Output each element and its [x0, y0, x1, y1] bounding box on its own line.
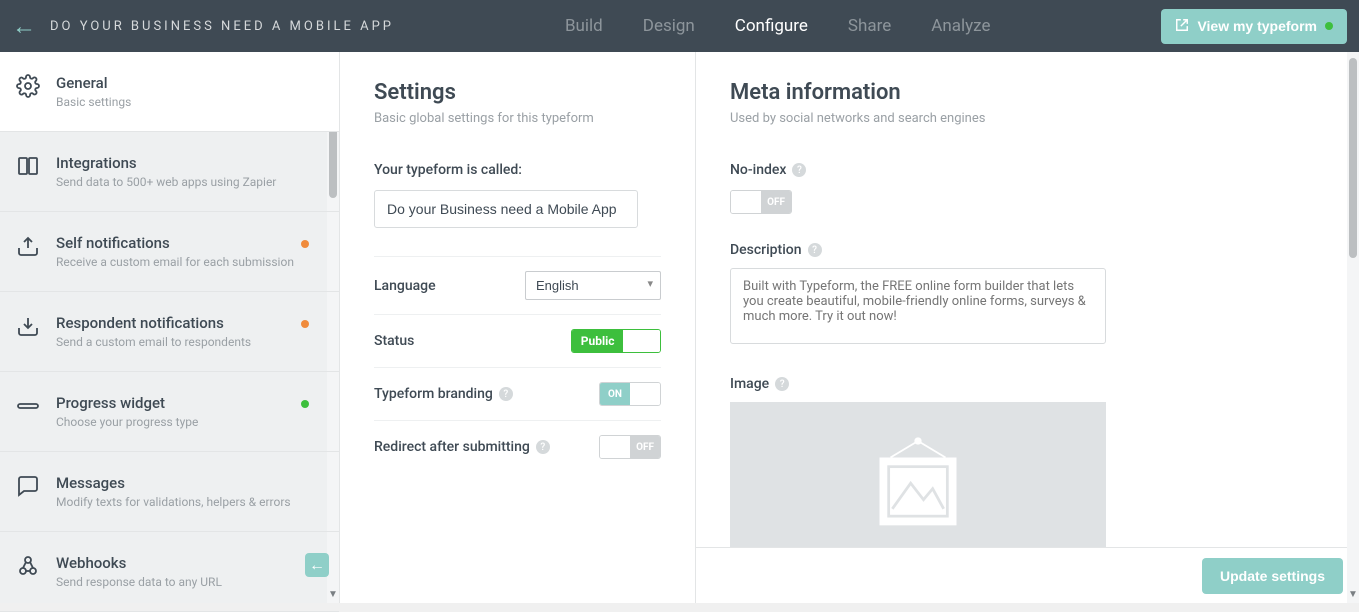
sidebar-item-label: General	[56, 74, 131, 92]
nav-design[interactable]: Design	[641, 2, 697, 50]
settings-title: Settings	[374, 80, 661, 105]
view-typeform-button[interactable]: View my typeform	[1161, 9, 1347, 44]
status-label: Status	[374, 333, 414, 349]
sidebar-item-sub: Choose your progress type	[56, 415, 198, 429]
back-arrow-icon[interactable]: ←	[12, 12, 36, 41]
meta-title: Meta information	[730, 80, 1325, 105]
help-icon[interactable]: ?	[536, 440, 550, 454]
nav-configure[interactable]: Configure	[733, 2, 810, 50]
sidebar-item-webhooks[interactable]: Webhooks Send response data to any URL	[0, 532, 339, 612]
nav-analyze[interactable]: Analyze	[929, 2, 992, 50]
external-link-icon	[1175, 18, 1189, 35]
sidebar-item-label: Integrations	[56, 154, 276, 172]
image-dropzone[interactable]	[730, 402, 1106, 567]
help-icon[interactable]: ?	[775, 377, 789, 391]
download-tray-icon	[14, 314, 42, 338]
sidebar-item-sub: Send data to 500+ web apps using Zapier	[56, 175, 276, 189]
help-icon[interactable]: ?	[792, 163, 806, 177]
language-label: Language	[374, 278, 436, 294]
sidebar: ▼ General Basic settings Integrations Se…	[0, 52, 340, 603]
typeform-name-label: Your typeform is called:	[374, 162, 661, 178]
sidebar-item-respondent-notifications[interactable]: Respondent notifications Send a custom e…	[0, 292, 339, 372]
sidebar-item-sub: Modify texts for validations, helpers & …	[56, 495, 291, 509]
nav-build[interactable]: Build	[563, 2, 605, 50]
help-icon[interactable]: ?	[499, 387, 513, 401]
sidebar-item-label: Messages	[56, 474, 291, 492]
sidebar-item-label: Progress widget	[56, 394, 198, 412]
status-value: Public	[572, 330, 623, 352]
page-title: DO YOUR BUSINESS NEED A MOBILE APP	[50, 19, 394, 34]
sidebar-item-sub: Receive a custom email for each submissi…	[56, 255, 294, 269]
help-icon[interactable]: ?	[808, 243, 822, 257]
status-toggle[interactable]: Public	[571, 329, 661, 353]
gear-icon	[14, 74, 42, 98]
webhook-icon	[14, 554, 42, 578]
chat-icon	[14, 474, 42, 498]
image-label: Image ?	[730, 376, 1325, 392]
sidebar-item-progress-widget[interactable]: Progress widget Choose your progress typ…	[0, 372, 339, 452]
sidebar-item-general[interactable]: General Basic settings	[0, 52, 339, 132]
main-scrollbar[interactable]: ▼	[1347, 52, 1359, 603]
sidebar-item-messages[interactable]: Messages Modify texts for validations, h…	[0, 452, 339, 532]
sidebar-item-sub: Basic settings	[56, 95, 131, 109]
blocks-icon	[14, 154, 42, 178]
typeform-name-input[interactable]	[374, 190, 638, 228]
upload-tray-icon	[14, 234, 42, 258]
view-typeform-label: View my typeform	[1197, 18, 1317, 34]
nav-share[interactable]: Share	[846, 2, 893, 50]
toggle-on-label: ON	[600, 383, 630, 405]
sidebar-item-label: Respondent notifications	[56, 314, 251, 332]
main-panel: Settings Basic global settings for this …	[340, 52, 1359, 603]
branding-label: Typeform branding ?	[374, 386, 513, 402]
sidebar-item-label: Webhooks	[56, 554, 222, 572]
image-placeholder-icon	[863, 430, 973, 540]
settings-panel: Settings Basic global settings for this …	[340, 52, 696, 603]
branding-toggle[interactable]: ON	[599, 382, 661, 406]
meta-sub: Used by social networks and search engin…	[730, 111, 1325, 126]
noindex-toggle[interactable]: OFF	[730, 190, 792, 214]
toggle-off-label: OFF	[630, 436, 660, 458]
sidebar-item-sub: Send a custom email to respondents	[56, 335, 251, 349]
noindex-label: No-index ?	[730, 162, 1325, 178]
toggle-off-label: OFF	[761, 191, 791, 213]
status-badge	[301, 320, 309, 328]
sidebar-item-integrations[interactable]: Integrations Send data to 500+ web apps …	[0, 132, 339, 212]
top-bar: ← DO YOUR BUSINESS NEED A MOBILE APP Bui…	[0, 0, 1359, 52]
scroll-down-icon[interactable]: ▼	[1347, 589, 1359, 603]
clip-icon	[14, 394, 42, 418]
redirect-toggle[interactable]: OFF	[599, 435, 661, 459]
update-settings-button[interactable]: Update settings	[1202, 558, 1343, 594]
redirect-label: Redirect after submitting ?	[374, 439, 550, 455]
status-badge	[301, 240, 309, 248]
scrollbar-thumb[interactable]	[1349, 58, 1357, 258]
sidebar-item-label: Self notifications	[56, 234, 294, 252]
description-textarea[interactable]	[730, 268, 1106, 344]
bottom-bar: Update settings	[696, 547, 1359, 603]
status-badge	[301, 400, 309, 408]
status-dot-icon	[1325, 22, 1333, 30]
main-nav: Build Design Configure Share Analyze	[394, 2, 1161, 50]
sidebar-item-sub: Send response data to any URL	[56, 575, 222, 589]
description-label: Description ?	[730, 242, 1325, 258]
language-select[interactable]: English	[525, 271, 661, 300]
meta-panel: Meta information Used by social networks…	[696, 52, 1359, 603]
settings-sub: Basic global settings for this typeform	[374, 111, 661, 126]
collapse-sidebar-icon[interactable]: ←	[305, 553, 329, 577]
sidebar-item-self-notifications[interactable]: Self notifications Receive a custom emai…	[0, 212, 339, 292]
